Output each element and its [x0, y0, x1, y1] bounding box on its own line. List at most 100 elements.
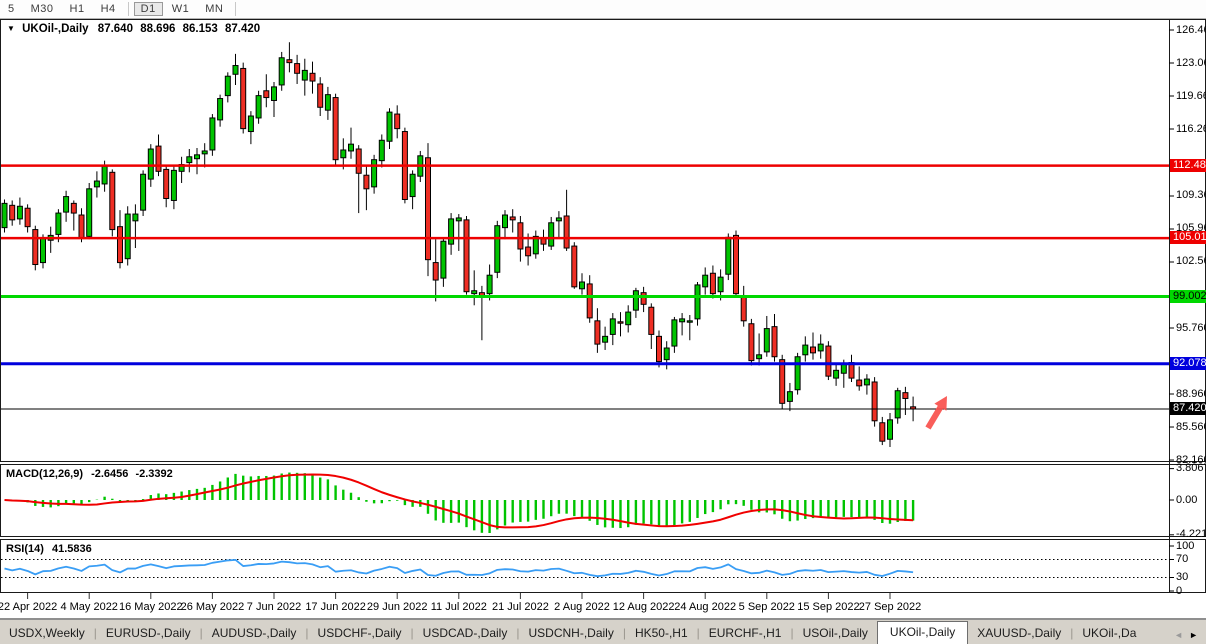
symbol-dropdown-icon[interactable]: ▼ — [7, 24, 15, 33]
tab-eurchf-h1[interactable]: EURCHF-,H1 — [700, 623, 791, 644]
candle-body — [64, 197, 69, 213]
price-tick-label: 123.060 — [1176, 57, 1206, 69]
timeframe-button-5[interactable]: 5 — [1, 2, 22, 16]
candle-body — [449, 219, 454, 244]
candle-body — [41, 238, 46, 262]
candle-body — [764, 329, 769, 352]
tab-usdchf-daily[interactable]: USDCHF-,Daily — [309, 623, 411, 644]
tab-xauusd-daily[interactable]: XAUUSD-,Daily — [968, 623, 1070, 644]
candle-body — [772, 327, 777, 357]
price-tick-label: 126.460 — [1176, 24, 1206, 36]
candle-body — [703, 275, 708, 287]
tab-usoil-daily[interactable]: USOil-,Daily — [794, 623, 877, 644]
candle-body — [510, 217, 515, 220]
tab-eurusd-daily[interactable]: EURUSD-,Daily — [97, 623, 200, 644]
tab-scroll-arrows: ◄► — [1174, 630, 1206, 644]
candle-body — [841, 365, 846, 374]
candle-body — [580, 282, 585, 289]
tab-hk50-h1[interactable]: HK50-,H1 — [626, 623, 697, 644]
tab-usdx-weekly[interactable]: USDX,Weekly — [0, 623, 94, 644]
candle-body — [811, 347, 816, 353]
candle-body — [795, 357, 800, 390]
tab-scroll-left-icon[interactable]: ◄ — [1174, 630, 1183, 640]
candle-body — [749, 324, 754, 361]
candle-body — [156, 146, 161, 171]
candle-body — [426, 158, 431, 260]
candle-body — [202, 151, 207, 154]
candle-body — [110, 172, 115, 229]
rsi-label: RSI(14) 41.5836 — [6, 543, 92, 555]
candle-body — [241, 68, 246, 128]
candle-body — [872, 382, 877, 421]
candle-body — [233, 66, 238, 75]
candle-body — [503, 215, 508, 228]
up-trend-arrow[interactable] — [925, 396, 947, 430]
symbol-tabbar: USDX,Weekly|EURUSD-,Daily|AUDUSD-,Daily|… — [0, 619, 1206, 644]
tab-audusd-daily[interactable]: AUDUSD-,Daily — [203, 623, 306, 644]
candle-body — [818, 344, 823, 351]
candle-body — [672, 320, 677, 346]
timeframe-button-h1[interactable]: H1 — [63, 2, 92, 16]
trading-terminal: { "toolbar": { "buttons": [ {"label":"5"… — [0, 0, 1206, 643]
price-tick-label: 102.560 — [1176, 255, 1206, 267]
candle-body — [2, 203, 7, 227]
tab-scroll-right-icon[interactable]: ► — [1189, 630, 1198, 640]
rsi-tick-label: 30 — [1176, 571, 1188, 583]
ohlc-high: 88.696 — [140, 23, 175, 35]
candle-body — [888, 420, 893, 439]
timeframe-button-h4[interactable]: H4 — [94, 2, 123, 16]
price-tick-label: 95.760 — [1176, 322, 1206, 334]
timeframe-button-mn[interactable]: MN — [198, 2, 230, 16]
candle-body — [780, 360, 785, 404]
date-label: 2 Aug 2022 — [554, 601, 610, 613]
date-label: 24 Aug 2022 — [674, 601, 736, 613]
candle-body — [657, 336, 662, 361]
candle-body — [333, 98, 338, 160]
chart-title[interactable]: ▼ UKOil-,Daily 87.640 88.696 86.153 87.4… — [7, 23, 260, 35]
date-label: 11 Jul 2022 — [431, 601, 487, 613]
candle-body — [87, 189, 92, 237]
candle-body — [195, 155, 200, 159]
date-label: 5 Sep 2022 — [739, 601, 795, 613]
candle-body — [171, 170, 176, 200]
toolbar-separator — [235, 2, 236, 16]
candle-body — [302, 70, 307, 80]
tab-usdcad-daily[interactable]: USDCAD-,Daily — [414, 623, 517, 644]
ohlc-close: 87.420 — [225, 23, 260, 35]
candle-body — [318, 84, 323, 107]
tab-ukoil-daily[interactable]: UKOil-,Daily — [877, 621, 968, 644]
timeframe-toolbar: 5M30H1H4 D1W1MN — [0, 0, 1206, 19]
candle-body — [102, 166, 107, 183]
date-label: 22 Apr 2022 — [0, 601, 57, 613]
candle-body — [649, 307, 654, 334]
candle-body — [718, 277, 723, 292]
rsi-value: 41.5836 — [52, 543, 92, 555]
candle-body — [410, 174, 415, 196]
timeframe-button-w1[interactable]: W1 — [165, 2, 197, 16]
candle-body — [526, 247, 531, 256]
candle-body — [141, 174, 146, 210]
candle-body — [803, 345, 808, 355]
chart-canvas[interactable] — [0, 0, 1206, 643]
candle-body — [356, 149, 361, 173]
candle-body — [464, 220, 469, 292]
candle-body — [864, 379, 869, 385]
candle-body — [710, 273, 715, 293]
candle-body — [518, 223, 523, 249]
timeframe-button-m30[interactable]: M30 — [24, 2, 61, 16]
candle-body — [880, 423, 885, 441]
price-tick-label: 109.360 — [1176, 189, 1206, 201]
tab-ukoil-da[interactable]: UKOil-,Da — [1073, 623, 1145, 644]
tab-usdcnh-daily[interactable]: USDCNH-,Daily — [519, 623, 622, 644]
candle-body — [757, 355, 762, 359]
candle-body — [25, 208, 30, 226]
candle-body — [94, 181, 99, 187]
main-panel-frame — [1, 20, 1206, 462]
candle-body — [787, 392, 792, 402]
candle-body — [487, 275, 492, 293]
price-level-label: 92.078 — [1170, 357, 1206, 370]
timeframe-button-d1[interactable]: D1 — [134, 2, 163, 16]
candle-body — [726, 237, 731, 274]
rsi-tick-label: 0 — [1176, 585, 1182, 597]
candle-body — [549, 223, 554, 246]
